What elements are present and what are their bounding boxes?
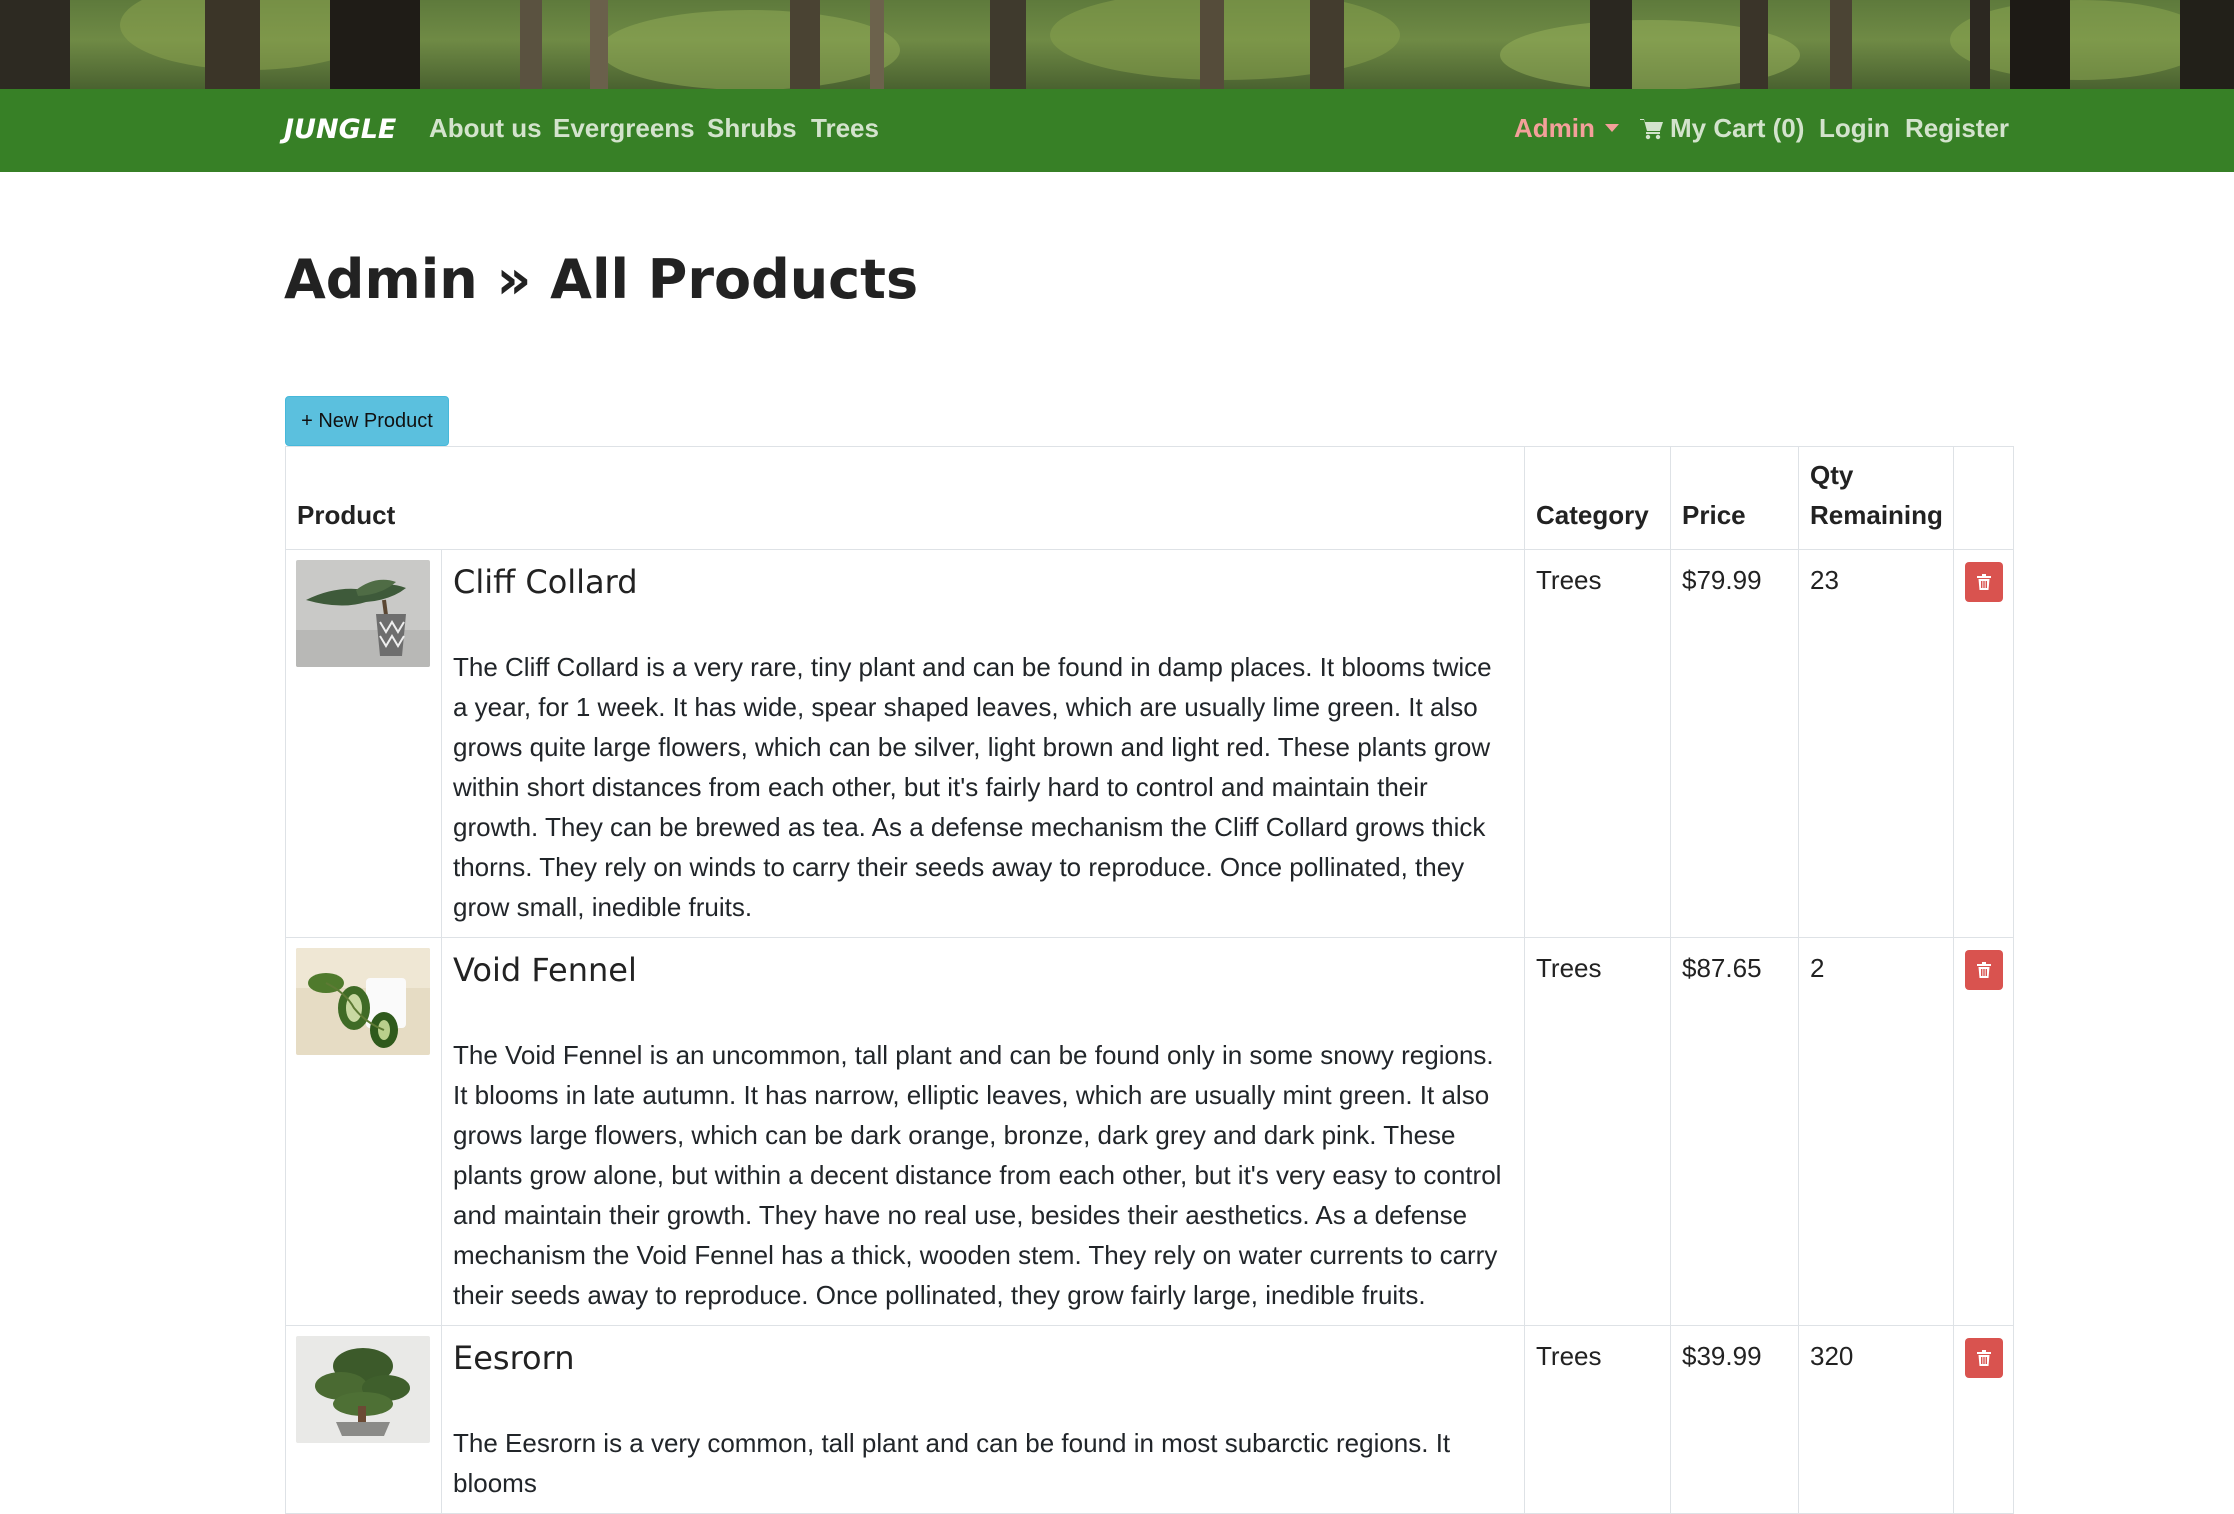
table-header-row: Product Category Price Qty Remaining [284,446,2015,550]
admin-label: Admin [1514,113,1595,143]
nav-evergreens[interactable]: Evergreens [553,113,695,144]
new-product-button[interactable]: + New Product [285,396,449,446]
nav-shrubs[interactable]: Shrubs [707,113,797,144]
cart-label: My Cart (0) [1670,113,1805,143]
trash-icon [1977,1350,1992,1366]
navbar: JUNGLE About us Evergreens Shrubs Trees … [0,89,2234,172]
product-image-cell [285,549,442,938]
forest-banner-image [0,0,2234,89]
brand-logo[interactable]: JUNGLE [284,114,396,145]
header-product: Product [284,446,1526,550]
product-thumbnail [296,1336,430,1443]
delete-product-button[interactable] [1965,1338,2004,1378]
nav-trees[interactable]: Trees [811,113,879,144]
product-description: The Cliff Collard is a very rare, tiny p… [453,652,1492,922]
product-name: Eesrorn [453,1339,575,1377]
my-cart-link[interactable]: My Cart (0) [1640,113,1804,147]
chevron-down-icon [1604,124,1619,132]
trash-icon [1977,574,1992,590]
product-qty: 320 [1798,1325,1955,1514]
header-price: Price [1670,446,1800,550]
product-category: Trees [1524,549,1672,938]
products-table: Product Category Price Qty Remaining Cli… [284,446,2015,1514]
delete-product-button[interactable] [1965,950,2004,990]
shopping-cart-icon [1640,116,1664,147]
page-title: Admin » All Products [284,248,919,311]
trash-icon [1977,962,1992,978]
table-row: Void Fennel The Void Fennel is an uncomm… [285,937,2015,1326]
header-category: Category [1524,446,1672,550]
admin-dropdown[interactable]: Admin [1514,113,1619,144]
product-category: Trees [1524,937,1672,1326]
product-description: The Eesrorn is a very common, tall plant… [453,1428,1451,1498]
product-info-cell: Eesrorn The Eesrorn is a very common, ta… [440,1325,1526,1514]
product-image-cell [285,937,442,1326]
product-actions-cell [1953,937,2015,1326]
product-price: $79.99 [1670,549,1800,938]
product-price: $87.65 [1670,937,1800,1326]
product-info-cell: Void Fennel The Void Fennel is an uncomm… [440,937,1526,1326]
product-price: $39.99 [1670,1325,1800,1514]
product-actions-cell [1953,549,2015,938]
delete-product-button[interactable] [1965,562,2004,602]
product-name: Cliff Collard [453,563,638,601]
product-qty: 23 [1798,549,1955,938]
product-thumbnail [296,560,430,667]
table-row: Eesrorn The Eesrorn is a very common, ta… [285,1325,2015,1514]
product-category: Trees [1524,1325,1672,1514]
product-name: Void Fennel [453,951,637,989]
product-info-cell: Cliff Collard The Cliff Collard is a ver… [440,549,1526,938]
table-row: Cliff Collard The Cliff Collard is a ver… [285,549,2015,938]
header-actions [1953,446,2015,550]
register-link[interactable]: Register [1905,113,2009,144]
login-link[interactable]: Login [1819,113,1890,144]
product-actions-cell [1953,1325,2015,1514]
product-qty: 2 [1798,937,1955,1326]
nav-about-us[interactable]: About us [429,113,542,144]
product-thumbnail [296,948,430,1055]
product-description: The Void Fennel is an uncommon, tall pla… [453,1040,1502,1310]
header-qty-remaining: Qty Remaining [1798,446,1955,550]
product-image-cell [285,1325,442,1514]
